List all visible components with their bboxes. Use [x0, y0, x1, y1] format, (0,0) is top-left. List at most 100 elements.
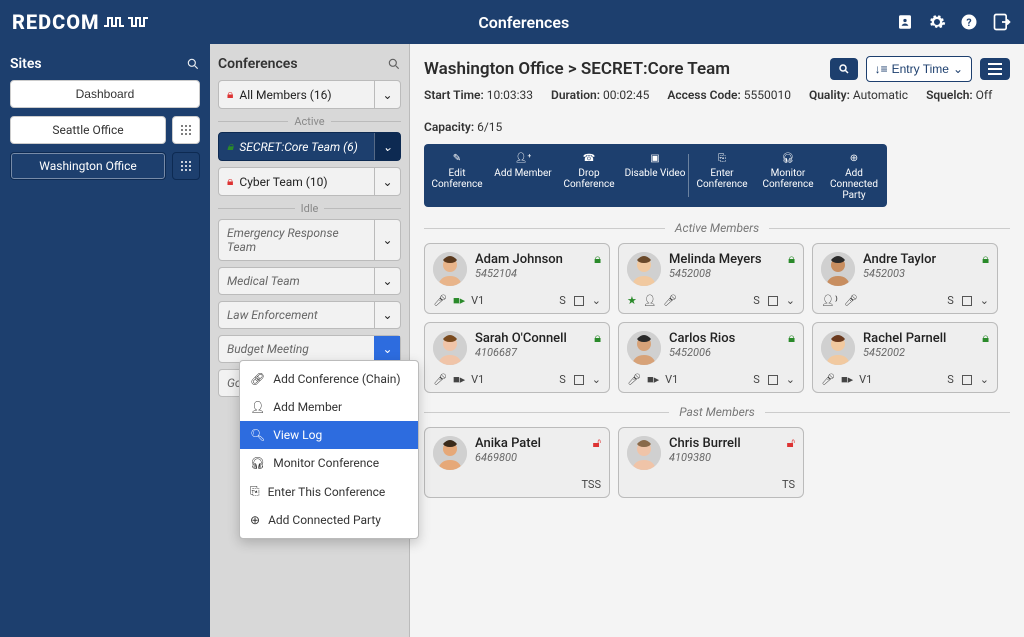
member-name: Andre Taylor	[863, 252, 936, 267]
chevron-down-icon[interactable]: ⌄	[374, 133, 400, 160]
video-tag: V1	[665, 373, 678, 386]
member-tag: TSS	[581, 478, 601, 491]
conf-cyber-team[interactable]: 🔒︎Cyber Team (10) ⌄	[218, 167, 401, 196]
gear-icon[interactable]	[928, 13, 946, 31]
menu-monitor[interactable]: 🎧︎Monitor Conference	[240, 449, 418, 477]
chevron-down-icon[interactable]: ⌄	[786, 373, 795, 386]
avatar	[433, 331, 467, 365]
menu-add-member[interactable]: 👤︎Add Member	[240, 393, 418, 421]
contacts-icon[interactable]	[896, 13, 914, 31]
member-card[interactable]: Carlos Rios 5452006 🔒︎ 🎤︎■▸ V1 S ⌄	[618, 322, 804, 393]
site-grid-icon[interactable]	[172, 116, 200, 144]
mic-icon: 🎤︎	[663, 294, 677, 307]
search-icon[interactable]	[186, 57, 200, 71]
headphones-icon: 🎧︎	[757, 150, 819, 166]
chevron-down-icon[interactable]: ⌄	[374, 268, 400, 294]
member-card[interactable]: Chris Burrell 4109380 🔓︎ TS	[618, 427, 804, 498]
svg-text:?: ?	[966, 16, 971, 29]
member-card[interactable]: Anika Patel 6469800 🔓︎ TSS	[424, 427, 610, 498]
video-icon: ■▸	[647, 373, 659, 386]
checkbox[interactable]	[962, 296, 972, 306]
member-number: 6469800	[475, 451, 541, 464]
mic-icon: 🎤︎	[821, 373, 835, 386]
star-icon: ★	[627, 294, 637, 307]
checkbox[interactable]	[768, 296, 778, 306]
active-section-label: Active	[218, 115, 401, 128]
conf-secret-core[interactable]: 🔒︎SECRET:Core Team (6) ⌄	[218, 132, 401, 161]
member-name: Melinda Meyers	[669, 252, 762, 267]
site-grid-icon[interactable]	[172, 152, 200, 180]
chevron-down-icon: ⌄	[953, 62, 963, 76]
member-name: Chris Burrell	[669, 436, 741, 451]
sort-button[interactable]: ↓≡ Entry Time ⌄	[866, 56, 972, 82]
s-tag: S	[753, 373, 760, 386]
brand-logo: REDCOM	[12, 10, 152, 34]
site-seattle[interactable]: Seattle Office	[10, 116, 166, 144]
member-name: Anika Patel	[475, 436, 541, 451]
menu-enter[interactable]: ⎘Enter This Conference	[240, 477, 418, 506]
action-disable-video[interactable]: ▣Disable Video	[622, 150, 688, 201]
mic-icon: 🎤︎	[433, 294, 447, 307]
conference-meta: Start Time: 10:03:33 Duration: 00:02:45 …	[424, 88, 1010, 134]
conf-item[interactable]: Law Enforcement⌄	[218, 301, 401, 329]
chevron-down-icon[interactable]: ⌄	[374, 220, 400, 260]
action-drop[interactable]: ☎︎Drop Conference	[556, 150, 622, 201]
link-icon: 🔗︎	[250, 372, 265, 386]
app-title: Conferences	[152, 13, 896, 32]
lock-icon: 🔒︎	[594, 331, 601, 346]
lock-icon: 🔒︎	[227, 139, 233, 154]
logo-wave-icon	[104, 14, 152, 30]
avatar	[433, 436, 467, 470]
conf-item[interactable]: Emergency Response Team⌄	[218, 219, 401, 261]
video-icon: ■▸	[841, 373, 853, 386]
chevron-down-icon[interactable]: ⌄	[980, 373, 989, 386]
member-name: Adam Johnson	[475, 252, 563, 267]
add-party-icon: ⊕	[823, 150, 885, 166]
action-enter[interactable]: ⎘Enter Conference	[689, 150, 755, 201]
action-add-party[interactable]: ⊕Add Connected Party	[821, 150, 887, 201]
checkbox[interactable]	[574, 375, 584, 385]
member-number: 4106687	[475, 346, 567, 359]
headphones-icon: 🎧︎	[250, 456, 265, 470]
conf-item[interactable]: Medical Team⌄	[218, 267, 401, 295]
search-button[interactable]	[830, 58, 858, 80]
site-washington[interactable]: Washington Office	[10, 152, 166, 180]
chevron-down-icon[interactable]: ⌄	[786, 294, 795, 307]
checkbox[interactable]	[768, 375, 778, 385]
action-monitor[interactable]: 🎧︎Monitor Conference	[755, 150, 821, 201]
avatar	[627, 436, 661, 470]
action-edit[interactable]: ✎Edit Conference	[424, 150, 490, 201]
member-card[interactable]: Melinda Meyers 5452008 🔒︎ ★👤︎🎤︎ S ⌄	[618, 243, 804, 314]
chevron-down-icon[interactable]: ⌄	[592, 294, 601, 307]
lock-icon: 🔒︎	[227, 174, 233, 189]
list-view-button[interactable]	[980, 58, 1010, 80]
menu-add-party[interactable]: ⊕Add Connected Party	[240, 506, 418, 534]
chevron-down-icon[interactable]: ⌄	[980, 294, 989, 307]
video-off-icon: ▣	[624, 150, 686, 166]
member-name: Carlos Rios	[669, 331, 735, 346]
checkbox[interactable]	[574, 296, 584, 306]
chevron-down-icon[interactable]: ⌄	[374, 81, 400, 108]
member-card[interactable]: Adam Johnson 5452104 🔒︎ 🎤︎■▸ V1 S ⌄	[424, 243, 610, 314]
action-add-member[interactable]: 👤︎⁺Add Member	[490, 150, 556, 201]
video-icon: ■▸	[453, 294, 465, 307]
chevron-down-icon[interactable]: ⌄	[374, 168, 400, 195]
chevron-down-icon[interactable]: ⌄	[374, 336, 400, 362]
member-card[interactable]: Andre Taylor 5452003 🔒︎ 👤︎⁾🎤︎ S ⌄	[812, 243, 998, 314]
pencil-icon: ✎	[426, 150, 488, 166]
member-card[interactable]: Rachel Parnell 5452002 🔒︎ 🎤︎■▸ V1 S ⌄	[812, 322, 998, 393]
chevron-down-icon[interactable]: ⌄	[592, 373, 601, 386]
chevron-down-icon[interactable]: ⌄	[374, 302, 400, 328]
s-tag: S	[559, 294, 566, 307]
person-icon: 👤︎	[643, 294, 657, 307]
help-icon[interactable]: ?	[960, 13, 978, 31]
conf-budget-meeting[interactable]: Budget Meeting ⌄ 🔗︎Add Conference (Chain…	[218, 335, 401, 363]
checkbox[interactable]	[962, 375, 972, 385]
menu-add-chain[interactable]: 🔗︎Add Conference (Chain)	[240, 365, 418, 393]
member-card[interactable]: Sarah O'Connell 4106687 🔒︎ 🎤︎■▸ V1 S ⌄	[424, 322, 610, 393]
logout-icon[interactable]	[992, 12, 1012, 32]
dashboard-button[interactable]: Dashboard	[10, 80, 200, 108]
search-icon[interactable]	[387, 57, 401, 71]
menu-view-log[interactable]: 🔍︎View Log	[240, 421, 418, 449]
conf-all-members[interactable]: 🔒︎All Members (16) ⌄	[218, 80, 401, 109]
